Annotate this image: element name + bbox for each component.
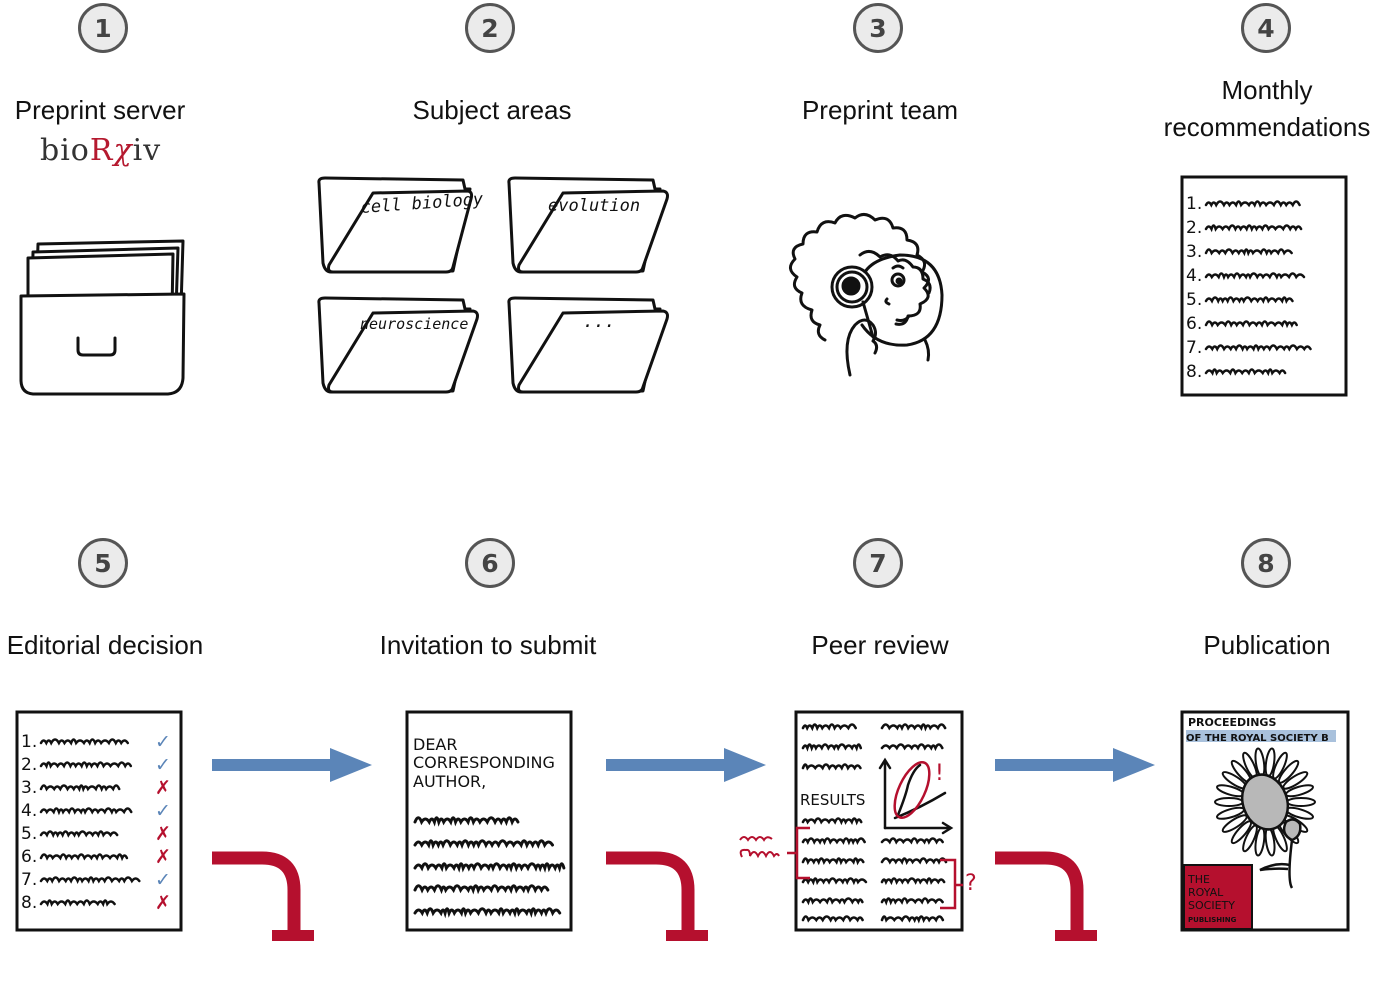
folder-neuroscience: neuroscience [317,296,479,394]
manuscript-line [801,877,868,886]
letter-body-line [413,816,520,827]
logo-part-chi: χ [113,133,133,168]
step-6-badge: 6 [465,538,515,588]
step-4-title-line2: recommendations [1163,112,1371,142]
step-6-title: Invitation to submit [379,630,597,660]
publisher-line3: SOCIETY [1188,899,1235,912]
accept-check-icon: ✓ [155,800,171,822]
reject-cross-icon: ✗ [155,823,171,845]
question-mark: ? [965,871,977,896]
list-item-number: 2. [1186,218,1202,238]
publisher-line4: PUBLISHING [1188,916,1237,924]
list-item-number: 5. [1186,290,1202,310]
step-3-badge: 3 [853,3,903,53]
step-number: 3 [869,13,887,43]
journal-title-line1: PROCEEDINGS [1188,716,1276,729]
letter-salutation-line2: CORRESPONDING [413,753,555,772]
journal-title-line2: OF THE ROYAL SOCIETY B [1186,733,1329,744]
step-8-badge: 8 [1241,538,1291,588]
margin-comment-scribble [739,836,780,859]
list-item-number: 8. [21,893,37,913]
list-item-scribble [39,784,121,793]
list-item-number: 8. [1186,362,1202,382]
step-1-title: Preprint server [14,95,186,125]
folder-label: evolution [548,196,640,216]
list-item-number: 3. [21,778,37,798]
rejection-branch-step-7 [995,851,1097,941]
step-number: 5 [94,548,112,578]
reject-cross-icon: ✗ [155,892,171,914]
reviewer-with-magnifier-illustration [789,213,944,377]
folder-more: ... [507,296,669,394]
step-7-badge: 7 [853,538,903,588]
logo-part-iv: iv [132,133,162,168]
exclamation-mark: ! [935,761,944,786]
letter-body-line [413,862,566,874]
list-item-number: 5. [21,824,37,844]
recommendation-list-document: 1. 2. 3. 4. 5. 6. 7. 8. [1180,175,1348,397]
step-number: 6 [481,548,499,578]
file-drawer-icon [19,239,186,396]
step-2-badge: 2 [465,3,515,53]
letter-salutation-line1: DEAR [413,735,458,754]
list-item-number: 7. [21,870,37,890]
logo-part-bio: bio [40,133,90,168]
step-8-title: Publication [1203,630,1331,660]
list-item-number: 6. [1186,314,1202,334]
invitation-letter-document: DEAR CORRESPONDING AUTHOR, [405,710,573,932]
publisher-line2: ROYAL [1188,886,1224,899]
list-item-number: 7. [1186,338,1202,358]
forward-arrow-7-8 [995,748,1155,782]
step-3-title: Preprint team [801,95,959,125]
reject-cross-icon: ✗ [155,846,171,868]
list-item-number: 3. [1186,242,1202,262]
list-item-number: 1. [21,732,37,752]
petal [1286,797,1316,807]
step-number: 2 [481,13,499,43]
folder-cell-biology: cell biology [317,176,485,274]
accept-check-icon: ✓ [155,731,171,753]
biorxiv-logo: bioRχiv [40,133,161,168]
publisher-line1: THE [1187,873,1210,886]
step-5-badge: 5 [78,538,128,588]
petal [1214,797,1244,807]
step-number: 4 [1257,13,1275,43]
peer-review-manuscript-document: RESULTS ! ? [739,710,977,932]
list-item-scribble [1204,320,1298,329]
list-item-number: 2. [21,755,37,775]
list-item-number: 4. [21,801,37,821]
step-4-title-line1: Monthly [1221,75,1313,105]
step-number: 7 [869,548,887,578]
list-item-number: 6. [21,847,37,867]
folder-label: neuroscience [360,315,468,333]
step-7-title: Peer review [811,630,949,660]
list-item-scribble [39,807,133,816]
step-4-badge: 4 [1241,3,1291,53]
step-number: 1 [94,13,112,43]
folder-label: ... [583,311,616,332]
folder-evolution: evolution [507,176,669,274]
journal-cover-illustration: PROCEEDINGS OF THE ROYAL SOCIETY B THE R… [1180,710,1350,932]
step-1-badge: 1 [78,3,128,53]
rejection-branch-step-6 [606,851,708,941]
reject-cross-icon: ✗ [155,777,171,799]
accept-check-icon: ✓ [155,869,171,891]
forward-arrow-5-6 [212,748,372,782]
letter-salutation-line3: AUTHOR, [413,772,486,791]
logo-part-r: R [89,133,114,168]
accept-check-icon: ✓ [155,754,171,776]
list-item-number: 1. [1186,194,1202,214]
editorial-decision-list-document: 1. ✓ 2. ✓ 3. ✗ 4. ✓ 5. ✗ 6. ✗ 7. ✓ 8. ✗ [15,710,183,932]
rejection-branch-step-5 [212,851,314,941]
results-heading: RESULTS [800,791,865,809]
step-2-title: Subject areas [412,95,572,125]
step-number: 8 [1257,548,1275,578]
list-item-number: 4. [1186,266,1202,286]
step-5-title: Editorial decision [6,630,204,660]
